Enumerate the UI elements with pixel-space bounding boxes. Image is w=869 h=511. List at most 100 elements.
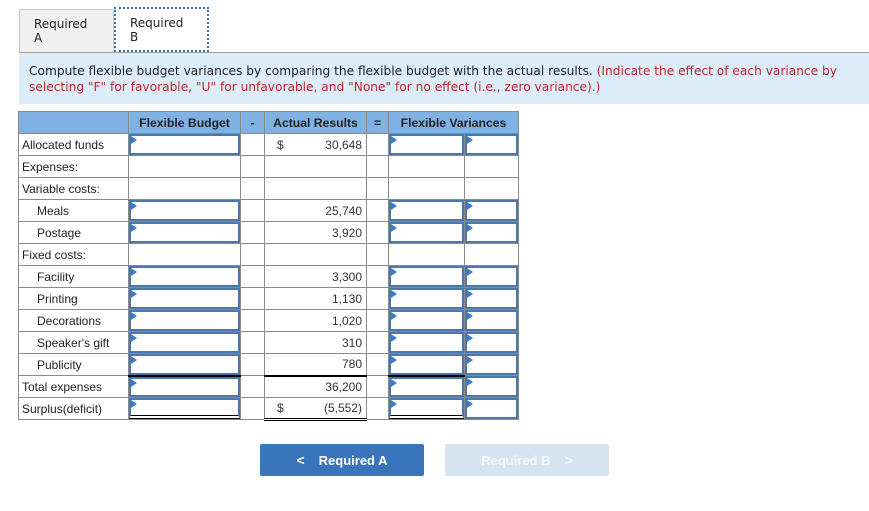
actual-results-cell: 780 <box>264 353 367 377</box>
flexible-budget-input[interactable] <box>129 376 240 397</box>
actual-results-cell: 1,020 <box>264 309 367 332</box>
flexible-budget-input[interactable] <box>129 266 240 287</box>
variance-amount-input[interactable] <box>389 376 464 397</box>
tab-required-a[interactable]: Required A <box>19 9 114 52</box>
actual-value-wrap: 310 <box>265 336 366 350</box>
variance-amount-cell <box>388 375 465 398</box>
table-row: Postage 3,920 <box>18 221 519 244</box>
header-flexible-budget: Flexible Budget <box>128 111 241 134</box>
actual-results-cell: 3,920 <box>264 221 367 244</box>
actual-results-cell: 310 <box>264 331 367 354</box>
actual-results-cell <box>264 177 367 200</box>
variance-amount-cell <box>388 309 465 332</box>
header-flexible-variances: Flexible Variances <box>388 111 519 134</box>
minus-cell <box>240 309 265 332</box>
equals-cell <box>366 331 389 354</box>
variance-effect-select[interactable] <box>465 134 518 155</box>
row-label: Fixed costs: <box>18 243 129 266</box>
table-row: Surplus(deficit) $ (5,552) <box>18 397 519 421</box>
row-label: Expenses: <box>18 155 129 178</box>
equals-cell <box>366 221 389 244</box>
prev-required-a-button[interactable]: < Required A <box>260 444 424 476</box>
variance-amount-input[interactable] <box>389 222 464 243</box>
variance-amount-cell <box>388 287 465 310</box>
row-label: Surplus(deficit) <box>18 397 129 420</box>
flexible-budget-cell <box>128 331 241 354</box>
flexible-budget-cell <box>128 155 241 178</box>
variance-amount-input[interactable] <box>389 266 464 287</box>
minus-cell <box>240 243 265 266</box>
variance-effect-select[interactable] <box>465 266 518 287</box>
actual-results-cell: $30,648 <box>264 133 367 156</box>
flexible-budget-input[interactable] <box>129 310 240 331</box>
variance-effect-select[interactable] <box>465 354 518 375</box>
equals-cell <box>366 309 389 332</box>
flexible-budget-input[interactable] <box>129 134 240 155</box>
variance-effect-select[interactable] <box>465 200 518 221</box>
variance-amount-input[interactable] <box>389 398 464 419</box>
row-label: Meals <box>18 199 129 222</box>
header-equals: = <box>366 111 389 134</box>
flexible-budget-input[interactable] <box>129 288 240 309</box>
flexible-budget-input[interactable] <box>129 222 240 243</box>
variance-amount-input[interactable] <box>389 354 464 375</box>
variance-effect-select[interactable] <box>465 288 518 309</box>
variance-effect-select[interactable] <box>465 376 518 397</box>
flexible-budget-cell <box>128 199 241 222</box>
variance-effect-cell <box>464 243 519 266</box>
variance-table: Flexible Budget - Actual Results = Flexi… <box>18 111 519 421</box>
variance-amount-cell <box>388 265 465 288</box>
actual-results-cell: 25,740 <box>264 199 367 222</box>
table-row: Meals 25,740 <box>18 199 519 222</box>
header-minus: - <box>240 111 265 134</box>
actual-value: 36,200 <box>325 379 362 394</box>
currency-symbol: $ <box>277 401 284 415</box>
variance-effect-select[interactable] <box>465 332 518 353</box>
row-label: Allocated funds <box>18 133 129 156</box>
header-actual-results: Actual Results <box>264 111 367 134</box>
actual-value: 1,130 <box>331 291 362 306</box>
variance-amount-input[interactable] <box>389 310 464 331</box>
table-row: Facility 3,300 <box>18 265 519 288</box>
variance-effect-cell <box>464 221 519 244</box>
actual-value-wrap: 780 <box>265 357 366 371</box>
equals-cell <box>366 133 389 156</box>
variance-effect-cell <box>464 309 519 332</box>
variance-amount-cell <box>388 199 465 222</box>
variance-effect-select[interactable] <box>465 310 518 331</box>
variance-amount-input[interactable] <box>389 332 464 353</box>
minus-cell <box>240 133 265 156</box>
actual-value: 780 <box>341 357 362 372</box>
flexible-budget-cell <box>128 133 241 156</box>
variance-amount-input[interactable] <box>389 200 464 221</box>
equals-cell <box>366 155 389 178</box>
equals-cell <box>366 199 389 222</box>
minus-cell <box>240 265 265 288</box>
variance-effect-select[interactable] <box>465 398 518 419</box>
flexible-budget-input[interactable] <box>129 354 240 375</box>
flexible-budget-cell <box>128 309 241 332</box>
actual-value: 1,020 <box>331 313 362 328</box>
row-label: Variable costs: <box>18 177 129 200</box>
actual-value-wrap: 1,130 <box>265 292 366 306</box>
actual-value-wrap: 3,920 <box>265 226 366 240</box>
flexible-budget-input[interactable] <box>129 332 240 353</box>
flexible-budget-cell <box>128 265 241 288</box>
variance-amount-input[interactable] <box>389 288 464 309</box>
flexible-budget-input[interactable] <box>129 200 240 221</box>
equals-cell <box>366 287 389 310</box>
variance-amount-input[interactable] <box>389 134 464 155</box>
variance-amount-cell <box>388 221 465 244</box>
tab-required-b[interactable]: Required B <box>114 7 209 52</box>
variance-effect-select[interactable] <box>465 222 518 243</box>
actual-value-wrap: $30,648 <box>265 138 366 152</box>
variance-effect-cell <box>464 155 519 178</box>
equals-cell <box>366 353 389 376</box>
flexible-budget-input[interactable] <box>129 398 240 419</box>
actual-results-cell: 1,130 <box>264 287 367 310</box>
table-row: Decorations 1,020 <box>18 309 519 332</box>
flexible-budget-cell <box>128 353 241 377</box>
table-body: Allocated funds $30,648 Expenses: Variable … <box>18 133 519 421</box>
minus-cell <box>240 221 265 244</box>
actual-value-wrap: 25,740 <box>265 204 366 218</box>
